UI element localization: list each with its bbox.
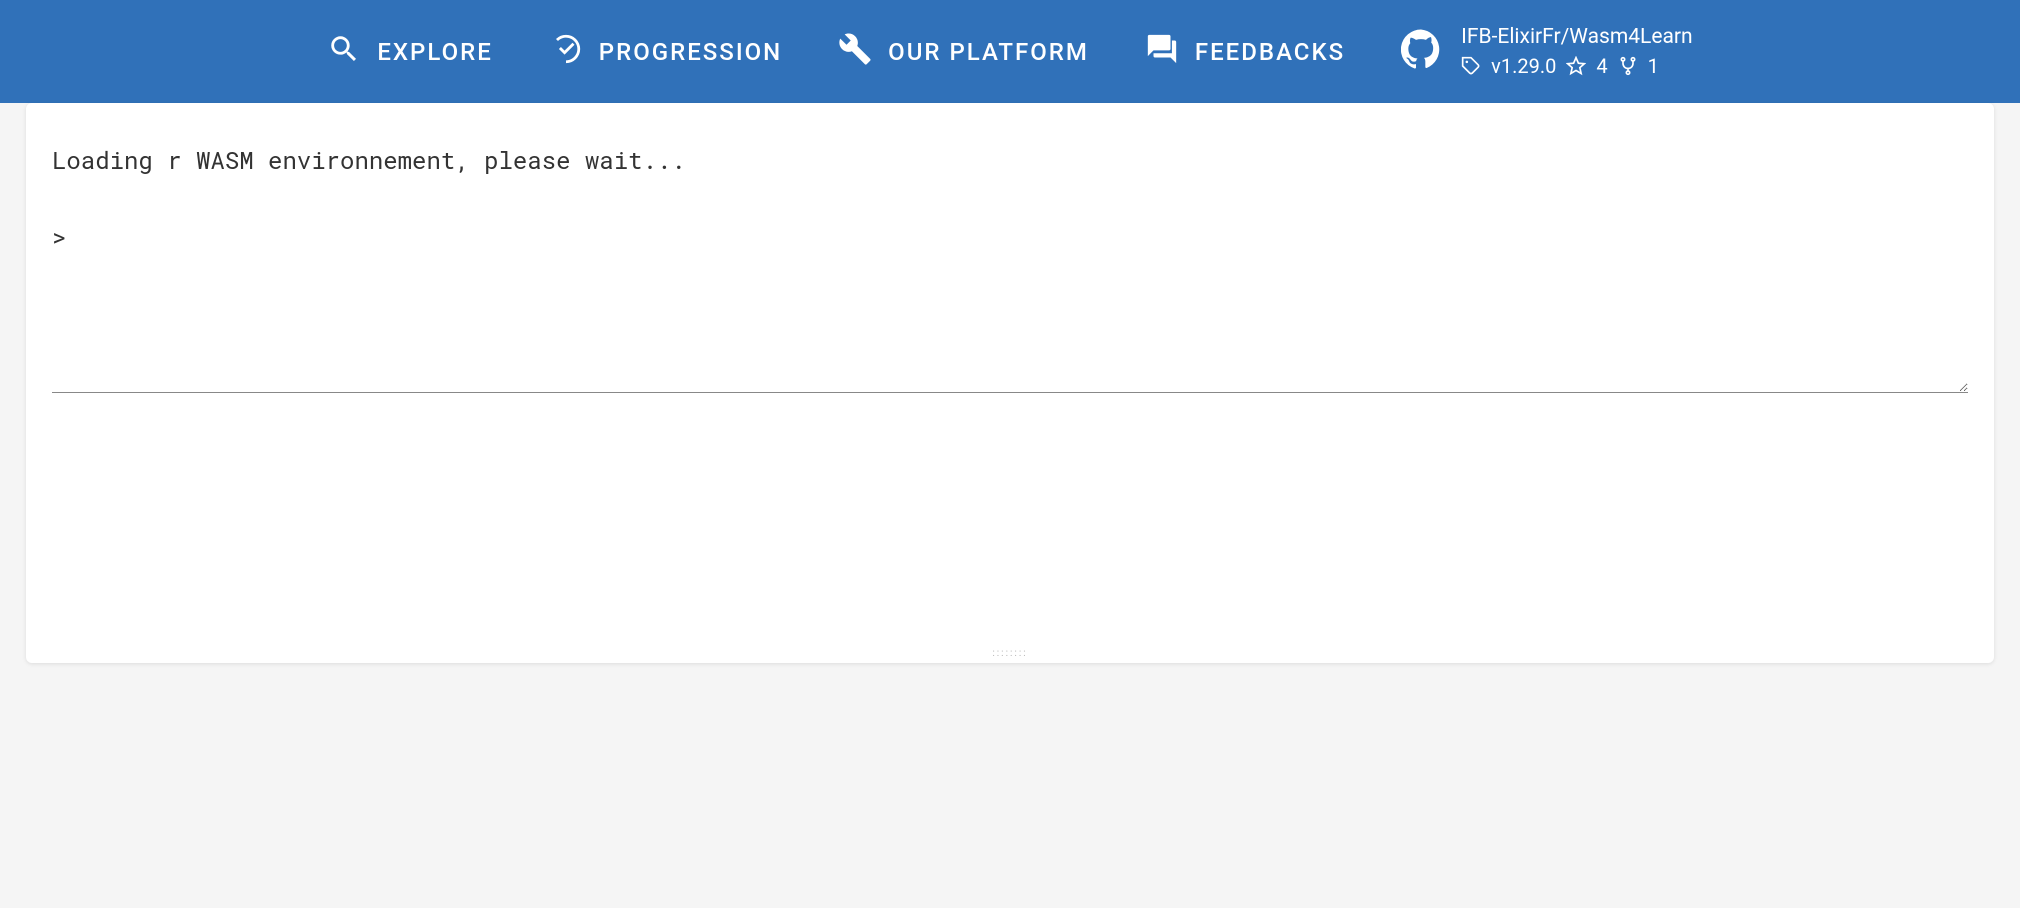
nav-label: FEEDBACKS	[1195, 38, 1345, 66]
github-forks: 1	[1648, 52, 1659, 80]
github-icon	[1401, 29, 1441, 73]
github-version: v1.29.0	[1491, 52, 1556, 80]
resize-handle[interactable]: ::::::::	[992, 648, 1027, 659]
github-meta: v1.29.0 4 1	[1461, 52, 1692, 80]
github-link[interactable]: IFB-ElixirFr/Wasm4Learn v1.29.0 4 1	[1401, 23, 1692, 80]
nav-label: OUR PLATFORM	[888, 38, 1089, 66]
nav-label: EXPLORE	[377, 38, 492, 66]
terminal-input[interactable]	[52, 133, 1968, 393]
main-area: ::::::::	[0, 103, 2020, 663]
header-nav: EXPLORE PROGRESSION OUR PLATFORM FEEDBAC…	[0, 0, 2020, 103]
github-info: IFB-ElixirFr/Wasm4Learn v1.29.0 4 1	[1461, 23, 1692, 80]
nav-explore[interactable]: EXPLORE	[327, 32, 492, 72]
progress-icon	[549, 32, 583, 72]
nav-progression[interactable]: PROGRESSION	[549, 32, 782, 72]
chat-icon	[1145, 32, 1179, 72]
search-icon	[327, 32, 361, 72]
terminal-card: ::::::::	[26, 103, 1994, 663]
tag-icon	[1461, 56, 1481, 76]
tools-icon	[838, 32, 872, 72]
github-repo: IFB-ElixirFr/Wasm4Learn	[1461, 23, 1692, 52]
star-icon	[1566, 56, 1586, 76]
nav-platform[interactable]: OUR PLATFORM	[838, 32, 1089, 72]
fork-icon	[1618, 56, 1638, 76]
nav-feedbacks[interactable]: FEEDBACKS	[1145, 32, 1345, 72]
github-stars: 4	[1596, 52, 1607, 80]
nav-label: PROGRESSION	[599, 38, 782, 66]
